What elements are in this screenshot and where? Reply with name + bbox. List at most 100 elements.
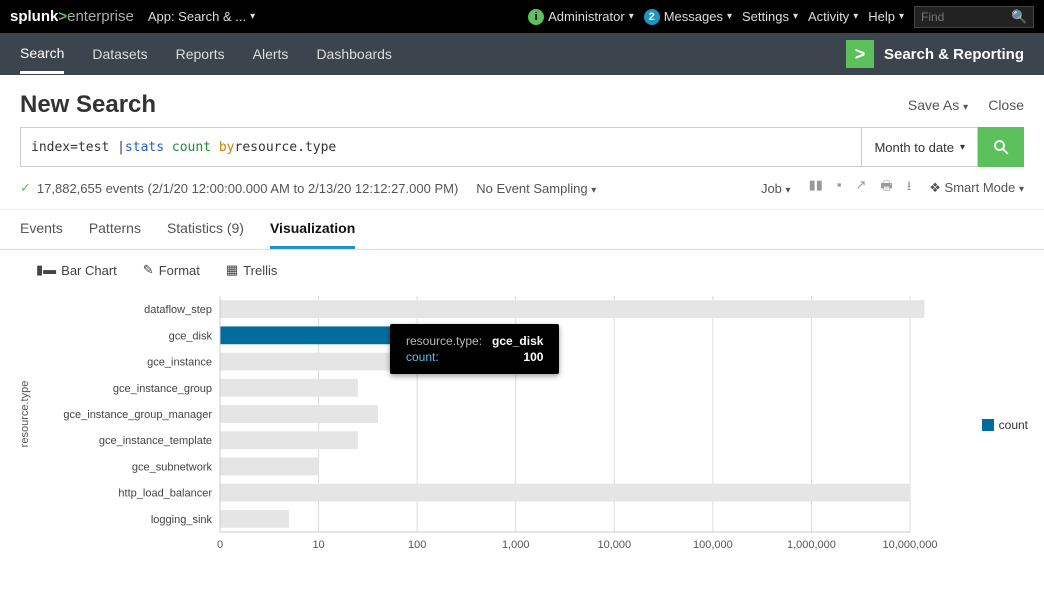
app-picker[interactable]: App: Search & ... ▾ [148, 9, 255, 24]
print-icon[interactable]: 🖶 [880, 177, 892, 199]
settings-menu[interactable]: Settings ▾ [742, 9, 798, 24]
caret-icon: ▾ [250, 11, 255, 22]
svg-text:100,000: 100,000 [693, 539, 733, 551]
messages-badge-icon: 2 [644, 9, 660, 25]
search-input[interactable]: index=test | stats count by resource.typ… [20, 127, 862, 167]
svg-text:resource.type: resource.type [19, 381, 31, 448]
pencil-icon: ✎ [143, 262, 154, 278]
search-icon: 🔍 [1011, 9, 1027, 25]
svg-text:1,000,000: 1,000,000 [787, 539, 836, 551]
search-icon [992, 138, 1010, 156]
nav-reports[interactable]: Reports [176, 46, 225, 62]
svg-text:0: 0 [217, 539, 223, 551]
legend-swatch-icon [982, 419, 994, 431]
search-text-prefix: index=test | [31, 140, 125, 155]
format-button[interactable]: ✎Format [143, 262, 200, 278]
activity-menu[interactable]: Activity ▾ [808, 9, 858, 24]
job-menu[interactable]: Job ▾ [761, 181, 791, 196]
svg-text:gce_instance_group: gce_instance_group [113, 383, 212, 395]
chart-tooltip: resource.type:gce_disk count:100 [390, 324, 559, 374]
info-badge-icon: i [528, 9, 544, 25]
tooltip-value-count: 100 [488, 350, 547, 364]
search-row: index=test | stats count by resource.typ… [0, 127, 1044, 167]
svg-text:gce_subnetwork: gce_subnetwork [132, 461, 213, 473]
svg-text:10,000: 10,000 [597, 539, 631, 551]
tab-patterns[interactable]: Patterns [89, 220, 141, 249]
messages-label: Messages [664, 9, 723, 24]
messages-menu[interactable]: 2 Messages ▾ [644, 9, 732, 25]
pause-icon[interactable]: ▮▮ [809, 177, 823, 199]
search-kw-stats: stats [125, 140, 164, 155]
app-picker-label: App: Search & ... [148, 9, 246, 24]
caret-icon: ▾ [793, 11, 798, 22]
logo-gt: > [58, 8, 67, 25]
svg-text:gce_instance: gce_instance [147, 357, 212, 369]
svg-text:gce_disk: gce_disk [169, 330, 213, 342]
app-logo-icon: > [846, 40, 874, 68]
nav-datasets[interactable]: Datasets [92, 46, 147, 62]
global-topbar: splunk>enterprise App: Search & ... ▾ i … [0, 0, 1044, 33]
svg-text:100: 100 [408, 539, 426, 551]
svg-text:logging_sink: logging_sink [151, 514, 213, 526]
tooltip-value-resource: gce_disk [488, 334, 547, 348]
save-as-button[interactable]: Save As ▾ [908, 97, 968, 113]
caret-icon: ▾ [963, 102, 968, 113]
stop-icon[interactable]: ▪ [837, 177, 842, 199]
tab-visualization[interactable]: Visualization [270, 220, 355, 249]
caret-icon: ▾ [786, 185, 791, 196]
tab-statistics[interactable]: Statistics (9) [167, 220, 244, 249]
find-box[interactable]: 🔍 [914, 6, 1034, 28]
event-summary: 17,882,655 events (2/1/20 12:00:00.000 A… [37, 181, 458, 196]
page-title: New Search [20, 91, 156, 119]
chart-legend: count [982, 418, 1028, 432]
grid-icon: ▦ [226, 262, 238, 278]
svg-text:dataflow_step: dataflow_step [144, 304, 212, 316]
search-kw-by: by [219, 140, 235, 155]
caret-icon: ▾ [1019, 184, 1024, 195]
caret-icon: ▾ [727, 11, 732, 22]
logo: splunk>enterprise [10, 8, 134, 25]
viz-toolbar: ▮▬Bar Chart ✎Format ▦Trellis [0, 250, 1044, 290]
app-navbar: Search Datasets Reports Alerts Dashboard… [0, 33, 1044, 75]
svg-text:10,000,000: 10,000,000 [882, 539, 937, 551]
admin-label: Administrator [548, 9, 625, 24]
caret-icon: ▾ [899, 11, 904, 22]
result-tabs: Events Patterns Statistics (9) Visualiza… [0, 210, 1044, 250]
chart-area: 0 10 100 1,000 10,000 100,000 1,000,000 10,000,… [0, 290, 1044, 560]
svg-text:1,000: 1,000 [502, 539, 530, 551]
caret-icon: ▾ [591, 185, 596, 196]
share-icon[interactable]: ↗ [856, 177, 867, 199]
help-menu[interactable]: Help ▾ [868, 9, 904, 24]
logo-main: splunk [10, 8, 58, 25]
chart-type-picker[interactable]: ▮▬Bar Chart [36, 262, 117, 278]
bar-chart-icon: ▮▬ [36, 262, 56, 278]
trellis-button[interactable]: ▦Trellis [226, 262, 277, 278]
settings-label: Settings [742, 9, 789, 24]
caret-icon: ▾ [853, 11, 858, 22]
time-range-picker[interactable]: Month to date ▾ [862, 127, 978, 167]
search-mode-picker[interactable]: ❖ Smart Mode ▾ [929, 180, 1024, 196]
caret-icon: ▾ [629, 11, 634, 22]
search-text-tail: resource.type [235, 140, 337, 155]
download-icon[interactable]: ⭳ [907, 177, 912, 199]
svg-text:http_load_balancer: http_load_balancer [118, 488, 212, 500]
run-search-button[interactable] [978, 127, 1024, 167]
nav-alerts[interactable]: Alerts [253, 46, 289, 62]
tooltip-key-resource: resource.type: [402, 334, 486, 348]
svg-text:gce_instance_group_manager: gce_instance_group_manager [63, 409, 212, 421]
admin-menu[interactable]: i Administrator ▾ [528, 9, 634, 25]
find-input[interactable] [921, 10, 1011, 24]
nav-dashboards[interactable]: Dashboards [316, 46, 392, 62]
app-title: Search & Reporting [884, 46, 1024, 63]
close-button[interactable]: Close [988, 97, 1024, 113]
search-kw-count: count [172, 140, 211, 155]
status-row: ✓ 17,882,655 events (2/1/20 12:00:00.000… [0, 167, 1044, 210]
legend-label: count [999, 418, 1028, 432]
sampling-picker[interactable]: No Event Sampling ▾ [476, 181, 596, 196]
tab-events[interactable]: Events [20, 220, 63, 249]
svg-text:10: 10 [312, 539, 324, 551]
nav-search[interactable]: Search [20, 35, 64, 74]
svg-text:gce_instance_template: gce_instance_template [99, 435, 212, 447]
time-range-label: Month to date [874, 140, 954, 155]
logo-sub: enterprise [67, 8, 134, 25]
